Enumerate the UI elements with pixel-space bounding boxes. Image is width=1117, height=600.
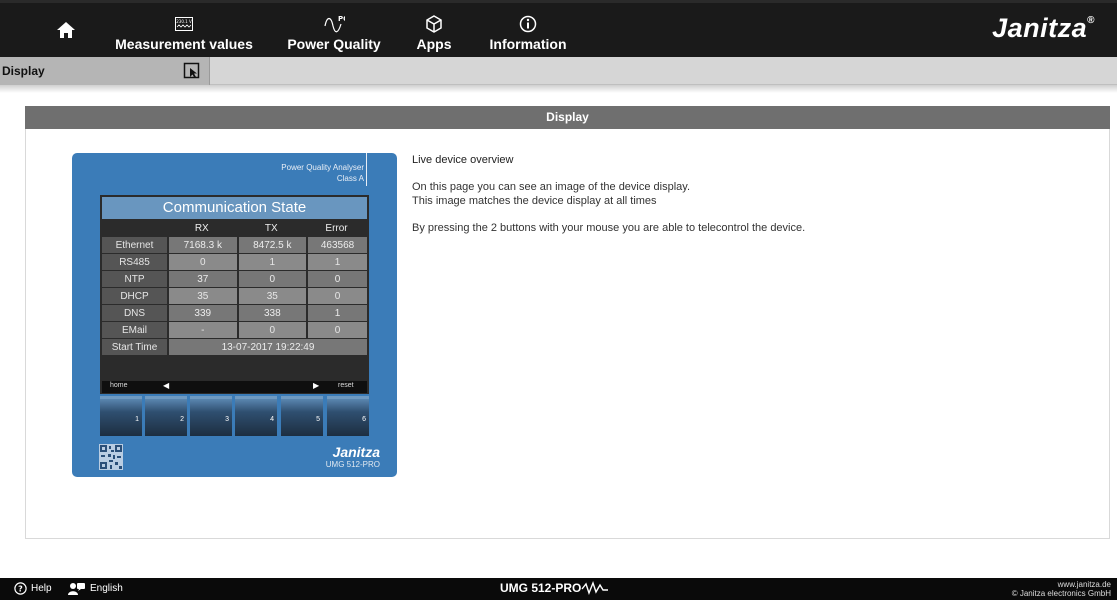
footer-model: UMG 512-PRO (500, 581, 609, 595)
device-key-3[interactable]: 3 (190, 396, 232, 436)
column-header (102, 221, 167, 236)
info-line: On this page you can see an image of the… (412, 181, 691, 193)
table-row: Start Time 13-07-2017 19:22:49 (102, 339, 367, 355)
language-button[interactable]: English (68, 582, 123, 595)
info-heading: Live device overview (412, 154, 514, 166)
device-screen: Communication State RX TX Error Ethernet… (100, 195, 369, 394)
nav-label: Measurement values (115, 36, 253, 52)
display-pointer-icon[interactable] (183, 62, 201, 80)
help-icon: ? (14, 582, 27, 595)
qr-code-icon (99, 444, 123, 470)
svg-text:230.1 V: 230.1 V (176, 19, 192, 24)
device-key-2[interactable]: 2 (145, 396, 187, 436)
nav-information[interactable]: Information (486, 3, 570, 57)
screen-reset-label: reset (338, 382, 354, 389)
device-key-4[interactable]: 4 (235, 396, 277, 436)
device-keys: 1 2 3 4 5 6 (100, 396, 369, 436)
screen-home-label: home (110, 382, 128, 389)
device-brand: Janitza UMG 512-PRO (325, 444, 380, 469)
device-divider (366, 153, 367, 186)
communication-table: RX TX Error Ethernet 7168.3 k 8472.5 k 4… (102, 220, 367, 356)
footer: ? Help English UMG 512-PRO www.janitza.d… (0, 578, 1117, 600)
help-button[interactable]: ? Help (14, 582, 52, 595)
janitza-logo: Janitza® (992, 13, 1095, 43)
top-navigation: 230.1 V Measurement values PQ Power Qual… (0, 0, 1117, 57)
help-label: Help (31, 583, 52, 594)
device-key-1[interactable]: 1 (100, 396, 142, 436)
device-image: Power Quality Analyser Class A Communica… (72, 153, 397, 477)
svg-text:?: ? (18, 585, 23, 594)
arrow-left-icon: ◀ (163, 381, 170, 390)
svg-text:PQ: PQ (338, 15, 345, 23)
screen-navbar: home ◀ ▶ reset (102, 381, 367, 393)
nav-label: Apps (416, 36, 452, 52)
column-header: TX (236, 221, 307, 236)
nav-label: Power Quality (287, 36, 381, 52)
measurement-icon: 230.1 V (175, 13, 193, 35)
device-key-5[interactable]: 5 (281, 396, 323, 436)
column-header: RX (167, 221, 237, 236)
nav-apps[interactable]: Apps (410, 3, 458, 57)
info-line: This image matches the device display at… (412, 195, 657, 207)
footer-website[interactable]: www.janitza.de (1012, 580, 1111, 589)
subnav-shadow (0, 85, 1117, 93)
home-icon[interactable] (55, 19, 77, 41)
footer-copyright: © Janitza electronics GmbH (1011, 589, 1111, 598)
device-model-text: Power Quality Analyser Class A (281, 163, 364, 183)
sub-navigation: Display (0, 57, 1117, 85)
nav-label: Information (489, 36, 567, 52)
table-row: DHCP 35 35 0 (102, 288, 367, 304)
nav-measurement-values[interactable]: 230.1 V Measurement values (115, 3, 253, 57)
table-row: EMail - 0 0 (102, 322, 367, 338)
nav-power-quality[interactable]: PQ Power Quality (284, 3, 384, 57)
waveform-icon (581, 581, 609, 595)
tab-display[interactable]: Display (0, 57, 210, 85)
footer-credits: www.janitza.de © Janitza electronics Gmb… (1012, 580, 1111, 598)
tab-display-label: Display (2, 64, 45, 78)
apps-icon (425, 13, 443, 35)
table-row: RS485 0 1 1 (102, 254, 367, 270)
panel-title: Display (25, 106, 1110, 129)
language-icon (68, 583, 85, 595)
arrow-right-icon: ▶ (313, 381, 320, 390)
language-label: English (90, 583, 123, 594)
info-icon (519, 13, 537, 35)
table-row: DNS 339 338 1 (102, 305, 367, 321)
info-text: Live device overview On this page you ca… (412, 153, 1102, 235)
table-row: Ethernet 7168.3 k 8472.5 k 463568 (102, 237, 367, 253)
table-row: NTP 37 0 0 (102, 271, 367, 287)
pq-icon: PQ (323, 13, 345, 35)
info-line: By pressing the 2 buttons with your mous… (412, 222, 806, 234)
screen-title: Communication State (102, 197, 367, 219)
device-key-6[interactable]: 6 (327, 396, 369, 436)
column-header: Error (306, 221, 367, 236)
